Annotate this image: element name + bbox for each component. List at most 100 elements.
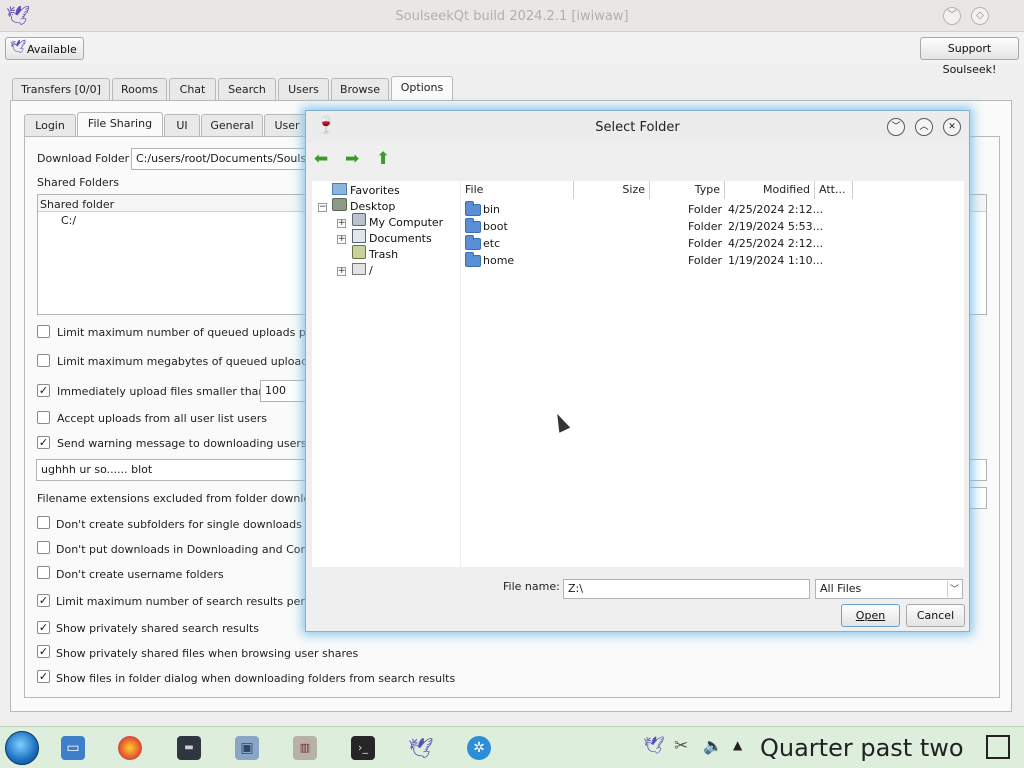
column-attributes[interactable]: Att... (815, 181, 853, 199)
chevron-down-icon[interactable]: ﹀ (947, 581, 961, 597)
tab-options[interactable]: Options (391, 76, 453, 101)
up-folder-icon[interactable]: ⬆ (376, 149, 390, 169)
column-file[interactable]: File (461, 181, 574, 199)
tab-user[interactable]: User (264, 114, 310, 137)
folder-tree[interactable]: Favorites − Desktop + My Computer + Docu… (312, 181, 460, 567)
tab-browse[interactable]: Browse (331, 78, 389, 101)
soulseek-tray-icon[interactable]: 🕊 (643, 736, 665, 756)
immediate-upload-size-input[interactable]: 100 (260, 380, 310, 402)
open-button[interactable]: Open (841, 604, 900, 627)
collapse-desktop-icon[interactable]: − (318, 203, 327, 212)
volume-icon[interactable]: 🔈 (703, 736, 723, 755)
send-warning-label: Send warning message to downloading user… (57, 437, 320, 450)
file-name: bin (483, 203, 501, 216)
file-row-home[interactable]: home Folder 1/19/2024 1:10... (461, 252, 964, 269)
network-icon[interactable]: ▣ (235, 736, 259, 760)
support-soulseek-button[interactable]: Support Soulseek! (920, 37, 1019, 76)
file-manager-icon[interactable]: ▭ (61, 736, 85, 760)
tab-transfers[interactable]: Transfers [0/0] (12, 78, 110, 101)
maximize-button[interactable]: ◇ (971, 7, 989, 25)
dialog-maximize-button[interactable]: ︿ (915, 118, 933, 136)
tab-ui[interactable]: UI (164, 114, 200, 137)
firefox-icon[interactable] (118, 736, 142, 760)
file-row-boot[interactable]: boot Folder 2/19/2024 5:53... (461, 218, 964, 235)
tree-item-trash[interactable]: Trash (369, 248, 398, 261)
private-search-results-checkbox[interactable]: ✓ (37, 621, 50, 634)
file-modified: 4/25/2024 2:12... (728, 203, 824, 216)
limit-queued-uploads-label: Limit maximum number of queued uploads p… (57, 326, 318, 339)
immediate-upload-checkbox[interactable]: ✓ (37, 384, 50, 397)
file-row-etc[interactable]: etc Folder 4/25/2024 2:12... (461, 235, 964, 252)
soulseek-taskbar-icon[interactable]: 🕊 (408, 736, 433, 760)
title-bar[interactable]: 🕊 SoulseekQt build 2024.2.1 [iwiwaw] ﹀ ◇ (0, 0, 1024, 32)
tab-users[interactable]: Users (278, 78, 329, 101)
limit-queued-mb-checkbox[interactable] (37, 354, 50, 367)
clock[interactable]: Quarter past two (760, 734, 964, 762)
file-list[interactable]: File Size Type Modified Att... bin Folde… (461, 181, 964, 567)
column-type[interactable]: Type (650, 181, 725, 199)
folder-icon (465, 252, 481, 267)
tab-chat[interactable]: Chat (169, 78, 216, 101)
limit-queued-uploads-checkbox[interactable] (37, 325, 50, 338)
expand-my-computer-icon[interactable]: + (337, 219, 346, 228)
forward-arrow-icon[interactable]: ➡ (345, 149, 359, 169)
back-arrow-icon[interactable]: ⬅ (314, 149, 328, 169)
folder-icon (465, 235, 481, 250)
accept-user-list-uploads-label: Accept uploads from all user list users (57, 412, 267, 425)
no-downloading-folder-checkbox[interactable] (37, 541, 50, 554)
terminal-icon[interactable]: ▬ (177, 736, 201, 760)
limit-queued-mb-label: Limit maximum megabytes of queued upload… (57, 355, 325, 368)
file-modified: 1/19/2024 1:10... (728, 254, 824, 267)
tree-item-my-computer[interactable]: My Computer (369, 216, 443, 229)
file-name: etc (483, 237, 501, 250)
shared-folders-label: Shared Folders (37, 176, 119, 189)
scissors-icon[interactable]: ✂ (674, 736, 688, 756)
dialog-close-button[interactable]: ✕ (943, 118, 961, 136)
download-folder-input[interactable]: C:/users/root/Documents/Soulseek (131, 148, 311, 170)
file-filter-select[interactable]: All Files ﹀ (815, 579, 963, 599)
browser-icon[interactable]: ✲ (467, 736, 491, 760)
file-type: Folder (688, 237, 722, 250)
start-menu-icon[interactable] (5, 731, 39, 765)
expand-root-icon[interactable]: + (337, 267, 346, 276)
tab-file-sharing[interactable]: File Sharing (77, 112, 163, 137)
no-subfolders-checkbox[interactable] (37, 516, 50, 529)
status-button[interactable]: 🕊 Available (5, 37, 84, 60)
no-downloading-folder-label: Don't put downloads in Downloading and C… (56, 543, 319, 556)
tray-expand-icon[interactable]: ▲ (733, 738, 742, 752)
file-modified: 2/19/2024 5:53... (728, 220, 824, 233)
tab-search[interactable]: Search (218, 78, 276, 101)
no-username-folders-checkbox[interactable] (37, 566, 50, 579)
tree-item-documents[interactable]: Documents (369, 232, 432, 245)
file-row-bin[interactable]: bin Folder 4/25/2024 2:12... (461, 201, 964, 218)
accept-user-list-uploads-checkbox[interactable] (37, 411, 50, 424)
tree-item-desktop[interactable]: Desktop (350, 200, 395, 213)
file-name-input[interactable]: Z:\ (563, 579, 810, 599)
tab-rooms[interactable]: Rooms (112, 78, 167, 101)
tab-general[interactable]: General (201, 114, 263, 137)
send-warning-checkbox[interactable]: ✓ (37, 436, 50, 449)
cancel-button[interactable]: Cancel (906, 604, 965, 627)
tab-login[interactable]: Login (24, 114, 76, 137)
minimize-button[interactable]: ﹀ (943, 7, 961, 25)
private-browse-label: Show privately shared files when browsin… (56, 647, 359, 660)
file-type: Folder (688, 254, 722, 267)
tree-item-root[interactable]: / (369, 264, 373, 277)
wine-icon[interactable]: ▥ (293, 736, 317, 760)
file-type: Folder (688, 203, 722, 216)
shared-folder-item[interactable]: C:/ (61, 214, 76, 227)
expand-documents-icon[interactable]: + (337, 235, 346, 244)
limit-search-results-checkbox[interactable]: ✓ (37, 594, 50, 607)
file-filter-value: All Files (820, 582, 862, 595)
dialog-minimize-button[interactable]: ﹀ (887, 118, 905, 136)
folder-dialog-checkbox[interactable]: ✓ (37, 670, 50, 683)
column-modified[interactable]: Modified (725, 181, 815, 199)
shared-folder-column: Shared folder (40, 198, 115, 211)
dialog-title-bar[interactable]: 🍷 Select Folder ﹀ ︿ ✕ (306, 111, 969, 143)
console-icon[interactable]: ›_ (351, 736, 375, 760)
tree-item-favorites[interactable]: Favorites (350, 184, 400, 197)
column-size[interactable]: Size (574, 181, 650, 199)
file-type: Folder (688, 220, 722, 233)
show-desktop-button[interactable] (986, 735, 1010, 759)
private-browse-checkbox[interactable]: ✓ (37, 645, 50, 658)
